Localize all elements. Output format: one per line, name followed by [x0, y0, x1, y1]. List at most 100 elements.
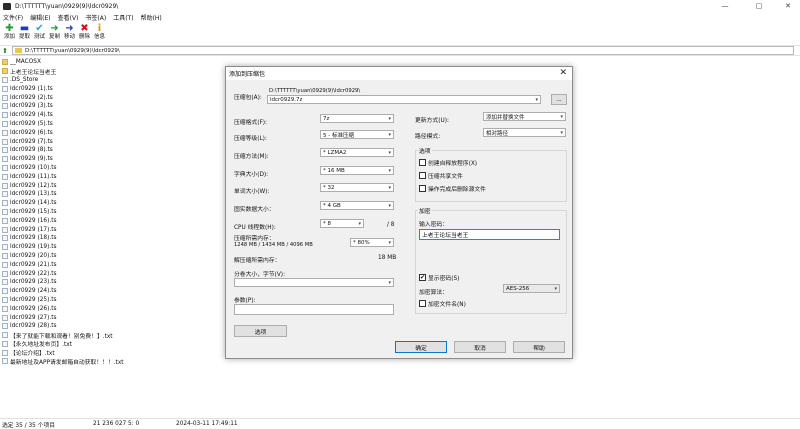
list-item[interactable]: ldcr0929 (13).ts [2, 190, 232, 199]
memory-select[interactable]: * 80% ▾ [350, 238, 394, 247]
file-name: ldcr0929 (27).ts [10, 314, 57, 321]
window-titlebar: D:\TTTTTT\yuan\0929(9)\ldcr0929\ — ▢ ✕ [0, 0, 800, 12]
method-select[interactable]: * LZMA2 ▾ [320, 148, 394, 157]
toolbar-button-copy[interactable]: ➜ 复制 [47, 23, 62, 44]
list-item[interactable]: ldcr0929 (28).ts [2, 322, 232, 331]
list-item[interactable]: 最新地址及APP请发邮箱自动获取！！！.txt [2, 357, 232, 366]
format-select[interactable]: 7z ▾ [320, 114, 394, 123]
menu-file[interactable]: 文件(F) [3, 13, 23, 22]
list-item[interactable]: ldcr0929 (21).ts [2, 260, 232, 269]
list-item[interactable]: 上老王论坛当老王 [2, 67, 232, 76]
list-item[interactable]: ldcr0929 (9).ts [2, 155, 232, 164]
file-name: ldcr0929 (21).ts [10, 261, 57, 268]
list-item[interactable]: ldcr0929 (18).ts [2, 234, 232, 243]
toolbar-button-info[interactable]: i 信息 [92, 23, 107, 44]
update-select[interactable]: 添加并替换文件 ▾ [483, 112, 566, 121]
split-select[interactable]: ▾ [234, 278, 394, 287]
list-item[interactable]: ldcr0929 (19).ts [2, 243, 232, 252]
list-item[interactable]: ldcr0929 (3).ts [2, 102, 232, 111]
toolbar-button-move[interactable]: ➜ 移动 [62, 23, 77, 44]
menu-view[interactable]: 查看(V) [58, 13, 79, 22]
list-item[interactable]: ldcr0929 (4).ts [2, 111, 232, 120]
minimize-button[interactable]: — [713, 0, 737, 12]
params-input[interactable] [234, 304, 394, 315]
list-item[interactable]: 【论坛介绍】.txt [2, 348, 232, 357]
menu-edit[interactable]: 编辑(E) [30, 13, 50, 22]
list-item[interactable]: ldcr0929 (7).ts [2, 137, 232, 146]
list-item[interactable]: 【永久地址发布页】.txt [2, 340, 232, 348]
solid-select[interactable]: * 4 GB ▾ [320, 201, 394, 210]
list-item[interactable]: ldcr0929 (16).ts [2, 216, 232, 225]
level-select[interactable]: 5 - 标准压缩 ▾ [320, 130, 394, 139]
file-icon [2, 296, 8, 303]
list-item[interactable]: ldcr0929 (26).ts [2, 304, 232, 313]
up-folder-icon[interactable]: ⬆ [0, 47, 10, 55]
threads-select[interactable]: * 8 ▾ [320, 219, 364, 228]
params-label: 参数(P): [234, 298, 256, 304]
help-button[interactable]: 帮助 [513, 341, 565, 353]
delete-source-checkbox[interactable]: 操作完成后删除源文件 [419, 184, 486, 193]
list-item[interactable]: ldcr0929 (6).ts [2, 128, 232, 137]
list-item[interactable]: ldcr0929 (24).ts [2, 287, 232, 296]
list-item[interactable]: ldcr0929 (15).ts [2, 208, 232, 217]
chevron-down-icon: ▾ [358, 221, 361, 227]
list-item[interactable]: ldcr0929 (5).ts [2, 120, 232, 129]
file-name: ldcr0929 (17).ts [10, 226, 57, 233]
list-item[interactable]: ldcr0929 (10).ts [2, 164, 232, 173]
list-item[interactable]: ldcr0929 (25).ts [2, 296, 232, 305]
sfx-checkbox-box[interactable] [419, 159, 426, 166]
dialog-close-icon[interactable]: ✕ [559, 68, 567, 78]
shared-checkbox-box[interactable] [419, 172, 426, 179]
menu-help[interactable]: 帮助(H) [141, 13, 162, 22]
list-item[interactable]: ldcr0929 (14).ts [2, 199, 232, 208]
list-item[interactable]: ldcr0929 (11).ts [2, 172, 232, 181]
toolbar-button-delete[interactable]: ✖ 删除 [77, 23, 92, 44]
checkmark-icon[interactable]: ✔ [419, 274, 426, 281]
encrypt-names-checkbox-box[interactable] [419, 300, 426, 307]
enc-method-select[interactable]: AES-256 ▾ [503, 284, 560, 293]
shared-checkbox[interactable]: 压缩共享文件 [419, 171, 463, 180]
maximize-button[interactable]: ▢ [747, 0, 771, 12]
list-item[interactable]: ldcr0929 (27).ts [2, 313, 232, 322]
encrypt-names-checkbox[interactable]: 加密文件名(N) [419, 299, 466, 308]
encrypt-names-label: 加密文件名(N) [428, 302, 466, 308]
file-name: ldcr0929 (15).ts [10, 208, 57, 215]
address-input[interactable]: D:\TTTTTT\yuan\0929(9)\ldcr0929\ [12, 46, 794, 55]
list-item[interactable]: ldcr0929 (8).ts [2, 146, 232, 155]
menu-bookmarks[interactable]: 书签(A) [85, 13, 106, 22]
status-size: 21 236 027 5: 0 [93, 421, 140, 427]
browse-button[interactable]: ... [551, 94, 567, 105]
pathmode-select[interactable]: 相对路径 ▾ [483, 128, 566, 137]
word-select[interactable]: * 32 ▾ [320, 183, 394, 192]
list-item[interactable]: ldcr0929 (23).ts [2, 278, 232, 287]
close-window-button[interactable]: ✕ [776, 0, 800, 12]
list-item[interactable]: ldcr0929 (12).ts [2, 181, 232, 190]
options-button[interactable]: 选项 [234, 325, 287, 337]
toolbar-button-extract[interactable]: ▬ 提取 [17, 23, 32, 44]
dict-label: 字典大小(D): [234, 172, 269, 178]
toolbar-label: 复制 [48, 34, 60, 40]
file-icon [2, 288, 8, 295]
toolbar-button-test[interactable]: ✔ 测试 [32, 23, 47, 44]
ok-button[interactable]: 确定 [395, 341, 447, 353]
list-item[interactable]: ldcr0929 (17).ts [2, 225, 232, 234]
list-item[interactable]: ldcr0929 (1).ts [2, 84, 232, 93]
list-item[interactable]: ldcr0929 (20).ts [2, 252, 232, 261]
list-item[interactable]: 【来了就能下载和观看！别免费！】.txt [2, 331, 232, 340]
sfx-checkbox[interactable]: 创建自释放程序(X) [419, 158, 477, 167]
archive-name-input[interactable]: ldcr0929.7z ▾ [267, 95, 541, 104]
toolbar-button-add[interactable]: ✚ 添加 [2, 23, 17, 44]
list-item[interactable]: .DS_Store [2, 76, 232, 85]
move-icon: ➜ [65, 23, 74, 34]
list-item[interactable]: __MACOSX [2, 58, 232, 67]
status-date: 2024-03-11 17:49:11 [176, 421, 238, 427]
password-input[interactable]: 上老王论坛当老王 [419, 229, 560, 240]
list-item[interactable]: ldcr0929 (22).ts [2, 269, 232, 278]
show-password-checkbox[interactable]: ✔ 显示密码(S) [419, 273, 459, 282]
dict-select[interactable]: * 16 MB ▾ [320, 166, 394, 175]
archive-path: D:\TTTTTT\yuan\0929(9)\ldcr0929\ [269, 88, 361, 94]
menu-tools[interactable]: 工具(T) [113, 13, 133, 22]
cancel-button[interactable]: 取消 [454, 341, 506, 353]
delete-source-checkbox-box[interactable] [419, 185, 426, 192]
list-item[interactable]: ldcr0929 (2).ts [2, 93, 232, 102]
